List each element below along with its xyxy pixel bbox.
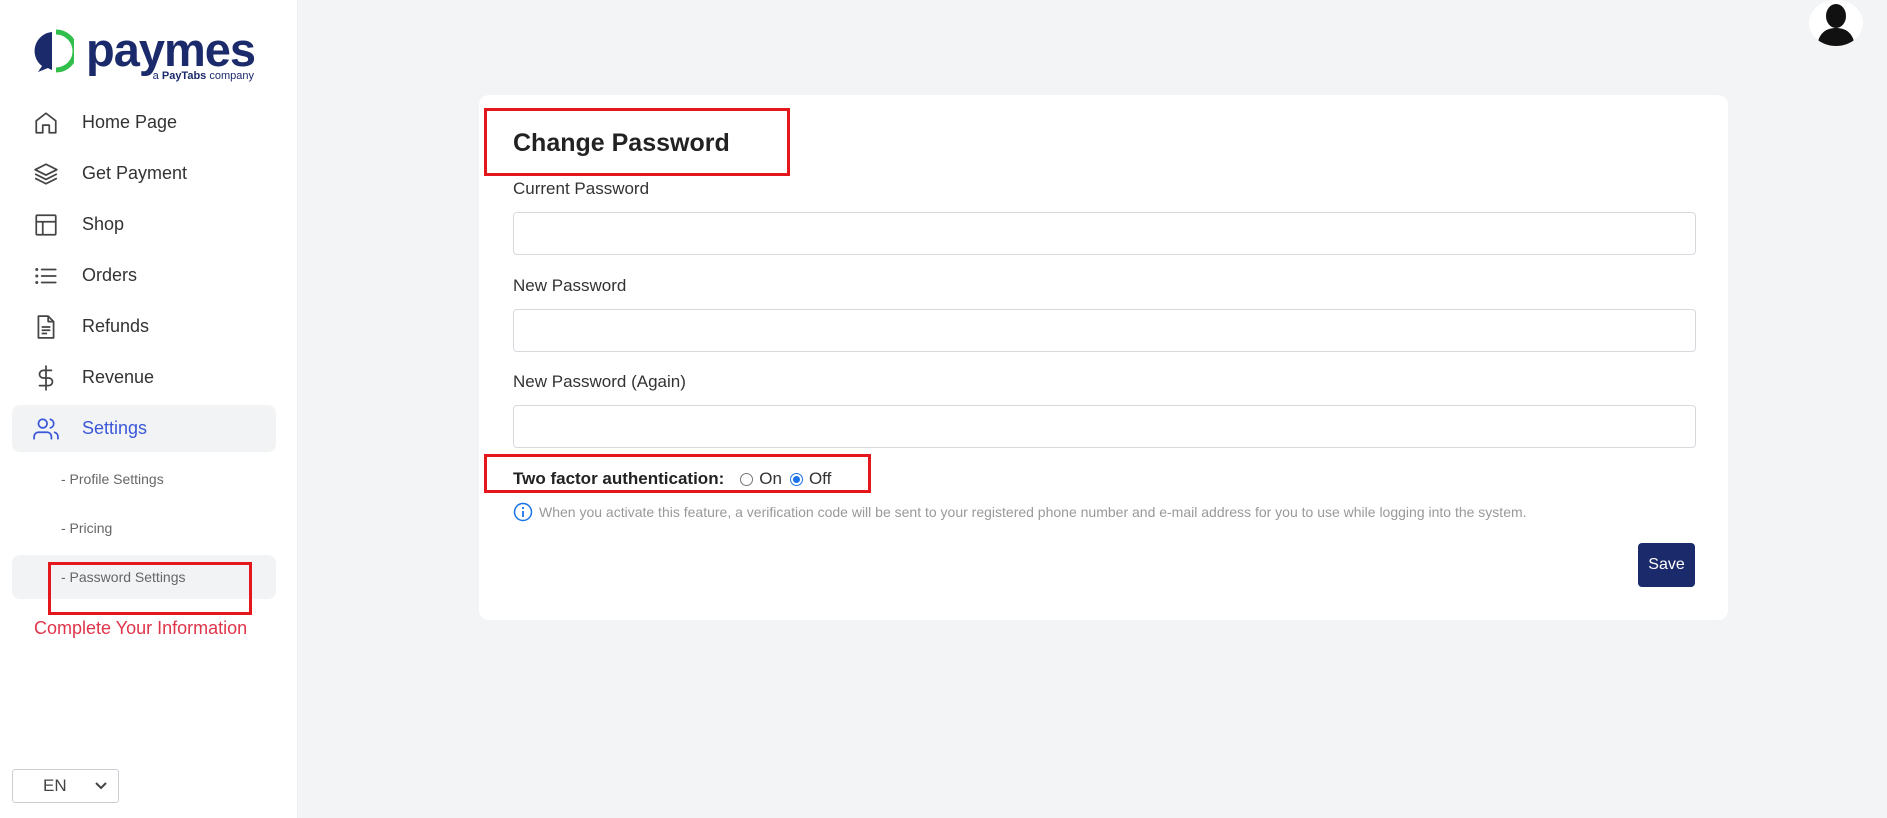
- two-factor-info: When you activate this feature, a verifi…: [513, 502, 1527, 522]
- sidebar-item-label: Revenue: [82, 367, 155, 387]
- document-icon: [32, 313, 60, 341]
- sidebar-item-label: Get Payment: [82, 163, 188, 183]
- radio-unchecked-icon: [740, 472, 754, 486]
- paymes-logo[interactable]: paymes a PayTabs company: [32, 23, 262, 84]
- new-password-label: New Password: [513, 276, 627, 295]
- brand-tagline: a PayTabs company: [152, 70, 254, 82]
- two-factor-on-radio[interactable]: On: [740, 469, 782, 489]
- sidebar-item-label: Shop: [82, 214, 125, 234]
- home-icon: [32, 109, 60, 137]
- sidebar-nav: Home Page Get Payment Shop Orders Refund…: [12, 99, 276, 599]
- paymes-logo-icon: [34, 29, 74, 73]
- users-icon: [32, 415, 60, 443]
- new-password-input[interactable]: [513, 309, 1696, 352]
- save-button[interactable]: Save: [1638, 543, 1695, 587]
- layout-icon: [32, 211, 60, 239]
- sidebar-item-label: Home Page: [82, 112, 178, 132]
- list-icon: [32, 262, 60, 290]
- info-icon: [513, 502, 533, 522]
- sidebar-subitem-pricing[interactable]: - Pricing: [12, 506, 276, 550]
- sidebar-item-home[interactable]: Home Page: [12, 99, 276, 146]
- sidebar-subitem-profile-settings[interactable]: - Profile Settings: [12, 457, 276, 501]
- user-avatar[interactable]: [1809, 0, 1863, 46]
- sidebar-item-refunds[interactable]: Refunds: [12, 303, 276, 350]
- dollar-icon: [32, 364, 60, 392]
- current-password-input[interactable]: [513, 212, 1696, 255]
- two-factor-off-label: Off: [808, 469, 832, 488]
- user-silhouette-icon: [1817, 4, 1855, 46]
- layers-icon: [32, 160, 60, 188]
- sidebar-item-shop[interactable]: Shop: [12, 201, 276, 248]
- sidebar-item-label: Settings: [82, 418, 148, 438]
- language-value: EN: [43, 776, 67, 795]
- sidebar-item-orders[interactable]: Orders: [12, 252, 276, 299]
- sidebar-item-revenue[interactable]: Revenue: [12, 354, 276, 401]
- sidebar-item-get-payment[interactable]: Get Payment: [12, 150, 276, 197]
- two-factor-label: Two factor authentication:: [513, 469, 725, 488]
- sidebar-item-label: Refunds: [82, 316, 150, 336]
- new-password-again-input[interactable]: [513, 405, 1696, 448]
- complete-information-link[interactable]: Complete Your Information: [34, 618, 247, 639]
- two-factor-auth-row: Two factor authentication: On Off: [513, 469, 831, 489]
- current-password-label: Current Password: [513, 179, 650, 198]
- two-factor-on-label: On: [759, 469, 782, 488]
- change-password-card: Change Password Current Password New Pas…: [479, 95, 1728, 620]
- info-text: When you activate this feature, a verifi…: [539, 504, 1527, 520]
- sidebar-item-label: Orders: [82, 265, 138, 285]
- radio-checked-icon: [789, 472, 803, 486]
- sidebar-subitem-password-settings[interactable]: - Password Settings: [12, 555, 276, 599]
- sidebar: paymes a PayTabs company Home Page Get P…: [0, 0, 298, 818]
- sidebar-item-settings[interactable]: Settings: [12, 405, 276, 452]
- language-select[interactable]: EN: [12, 769, 119, 803]
- new-password-again-label: New Password (Again): [513, 372, 686, 391]
- page-title: Change Password: [513, 129, 730, 157]
- brand-name: paymes: [86, 23, 256, 76]
- two-factor-off-radio[interactable]: Off: [789, 469, 832, 489]
- chevron-down-icon: [95, 782, 107, 790]
